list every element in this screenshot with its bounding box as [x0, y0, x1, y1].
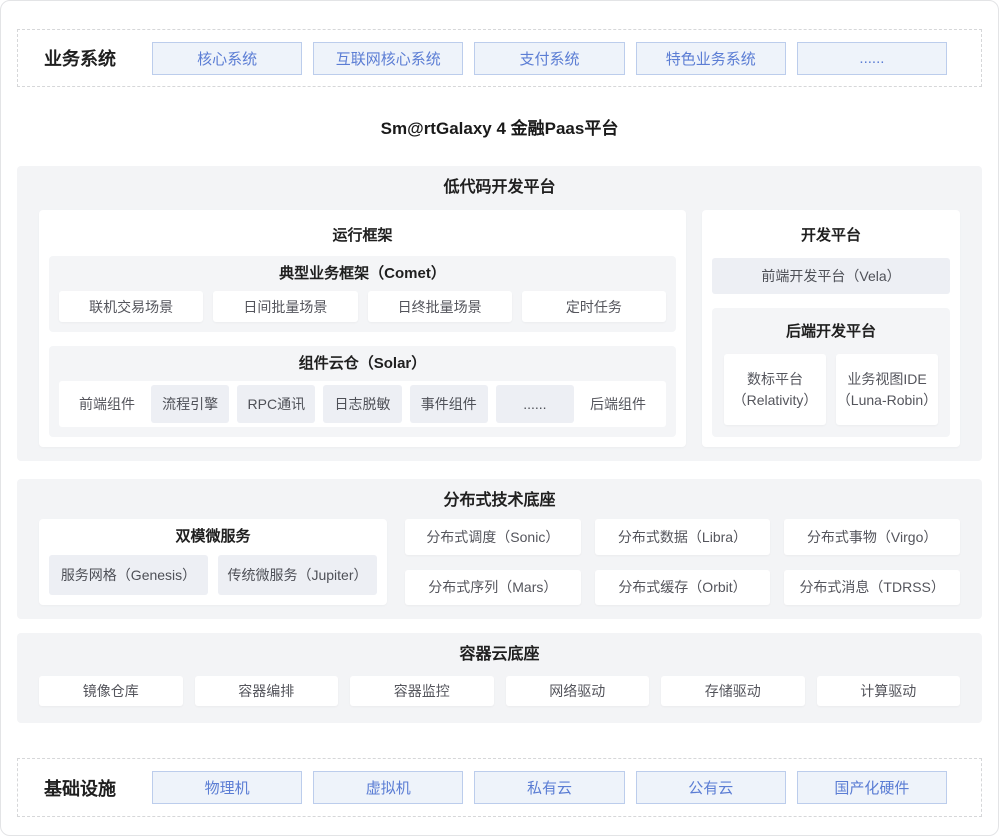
- button-private-cloud[interactable]: 私有云: [474, 771, 624, 804]
- container-cloud-section: 容器云底座 镜像仓库 容器编排 容器监控 网络驱动 存储驱动 计算驱动: [17, 633, 982, 723]
- button-virtual-machine[interactable]: 虚拟机: [313, 771, 463, 804]
- block-compute-driver: 计算驱动: [817, 676, 961, 706]
- low-code-platform-title: 低代码开发平台: [39, 178, 960, 198]
- button-payment-system[interactable]: 支付系统: [474, 42, 624, 75]
- block-rpc-comm: RPC通讯: [237, 385, 315, 423]
- button-more-systems[interactable]: ......: [797, 42, 947, 75]
- block-mars-sequence: 分布式序列（Mars）: [405, 570, 581, 606]
- distributed-base-title: 分布式技术底座: [39, 491, 960, 511]
- block-image-registry: 镜像仓库: [39, 676, 183, 706]
- infrastructure-row: 基础设施 物理机 虚拟机 私有云 公有云 国产化硬件: [17, 758, 982, 817]
- label-frontend-components: 前端组件: [63, 394, 151, 414]
- block-orbit-cache: 分布式缓存（Orbit）: [595, 570, 771, 606]
- block-tdrss-message: 分布式消息（TDRSS）: [784, 570, 960, 606]
- block-process-engine: 流程引擎: [151, 385, 229, 423]
- solar-component-title: 组件云仓（Solar）: [59, 354, 666, 374]
- dual-mode-title: 双模微服务: [49, 527, 377, 547]
- block-jupiter-microservice: 传统微服务（Jupiter）: [218, 555, 377, 595]
- block-vela-frontend-platform: 前端开发平台（Vela）: [712, 258, 950, 294]
- button-special-business-system[interactable]: 特色业务系统: [636, 42, 786, 75]
- block-event-component: 事件组件: [410, 385, 488, 423]
- relativity-line1: 数标平台: [747, 369, 803, 390]
- block-libra-data: 分布式数据（Libra）: [595, 519, 771, 555]
- backend-dev-title: 后端开发平台: [724, 322, 938, 342]
- solar-component-row: 前端组件 流程引擎 RPC通讯 日志脱敏 事件组件 ...... 后端组件: [59, 381, 666, 427]
- business-systems-buttons: 核心系统 互联网核心系统 支付系统 特色业务系统 ......: [152, 42, 947, 75]
- low-code-platform-section: 低代码开发平台 运行框架 典型业务框架（Comet） 联机交易场景 日间批量场景…: [17, 166, 982, 461]
- distributed-base-section: 分布式技术底座 双模微服务 服务网格（Genesis） 传统微服务（Jupite…: [17, 479, 982, 619]
- runtime-framework-title: 运行框架: [49, 226, 676, 246]
- dev-platform-title: 开发平台: [712, 226, 950, 246]
- block-container-orchestration: 容器编排: [195, 676, 339, 706]
- block-storage-driver: 存储驱动: [661, 676, 805, 706]
- block-relativity-platform: 数标平台 （Relativity）: [724, 354, 826, 425]
- solar-component-panel: 组件云仓（Solar） 前端组件 流程引擎 RPC通讯 日志脱敏 事件组件 ..…: [49, 346, 676, 437]
- block-scheduled-task: 定时任务: [522, 291, 666, 322]
- luna-robin-line2: （Luna-Robin）: [837, 390, 937, 411]
- luna-robin-line1: 业务视图IDE: [847, 369, 926, 390]
- comet-framework-panel: 典型业务框架（Comet） 联机交易场景 日间批量场景 日终批量场景 定时任务: [49, 256, 676, 332]
- button-core-system[interactable]: 核心系统: [152, 42, 302, 75]
- block-sonic-scheduling: 分布式调度（Sonic）: [405, 519, 581, 555]
- business-systems-label: 业务系统: [44, 45, 116, 71]
- dual-mode-microservice-panel: 双模微服务 服务网格（Genesis） 传统微服务（Jupiter）: [39, 519, 387, 605]
- button-public-cloud[interactable]: 公有云: [636, 771, 786, 804]
- block-network-driver: 网络驱动: [506, 676, 650, 706]
- button-physical-machine[interactable]: 物理机: [152, 771, 302, 804]
- page-title: Sm@rtGalaxy 4 金融Paas平台: [1, 117, 998, 141]
- relativity-line2: （Relativity）: [733, 390, 818, 411]
- block-eod-batch: 日终批量场景: [368, 291, 512, 322]
- block-virgo-transaction: 分布式事物（Virgo）: [784, 519, 960, 555]
- block-more-components: ......: [496, 385, 574, 423]
- block-container-monitoring: 容器监控: [350, 676, 494, 706]
- distributed-services-grid: 分布式调度（Sonic） 分布式数据（Libra） 分布式事物（Virgo） 分…: [405, 519, 960, 605]
- infrastructure-buttons: 物理机 虚拟机 私有云 公有云 国产化硬件: [152, 771, 947, 804]
- architecture-diagram: 业务系统 核心系统 互联网核心系统 支付系统 特色业务系统 ...... Sm@…: [0, 0, 999, 836]
- runtime-framework-panel: 运行框架 典型业务框架（Comet） 联机交易场景 日间批量场景 日终批量场景 …: [39, 210, 686, 447]
- block-online-transaction: 联机交易场景: [59, 291, 203, 322]
- block-log-masking: 日志脱敏: [323, 385, 401, 423]
- business-systems-row: 业务系统 核心系统 互联网核心系统 支付系统 特色业务系统 ......: [17, 29, 982, 87]
- block-luna-robin-ide: 业务视图IDE （Luna-Robin）: [836, 354, 938, 425]
- dev-platform-panel: 开发平台 前端开发平台（Vela） 后端开发平台 数标平台 （Relativit…: [702, 210, 960, 447]
- button-internet-core-system[interactable]: 互联网核心系统: [313, 42, 463, 75]
- block-intraday-batch: 日间批量场景: [213, 291, 357, 322]
- infrastructure-label: 基础设施: [44, 775, 116, 801]
- button-domestic-hardware[interactable]: 国产化硬件: [797, 771, 947, 804]
- backend-dev-panel: 后端开发平台 数标平台 （Relativity） 业务视图IDE （Luna-R…: [712, 308, 950, 437]
- comet-framework-title: 典型业务框架（Comet）: [59, 264, 666, 284]
- block-genesis-mesh: 服务网格（Genesis）: [49, 555, 208, 595]
- container-cloud-title: 容器云底座: [39, 645, 960, 665]
- label-backend-components: 后端组件: [574, 394, 662, 414]
